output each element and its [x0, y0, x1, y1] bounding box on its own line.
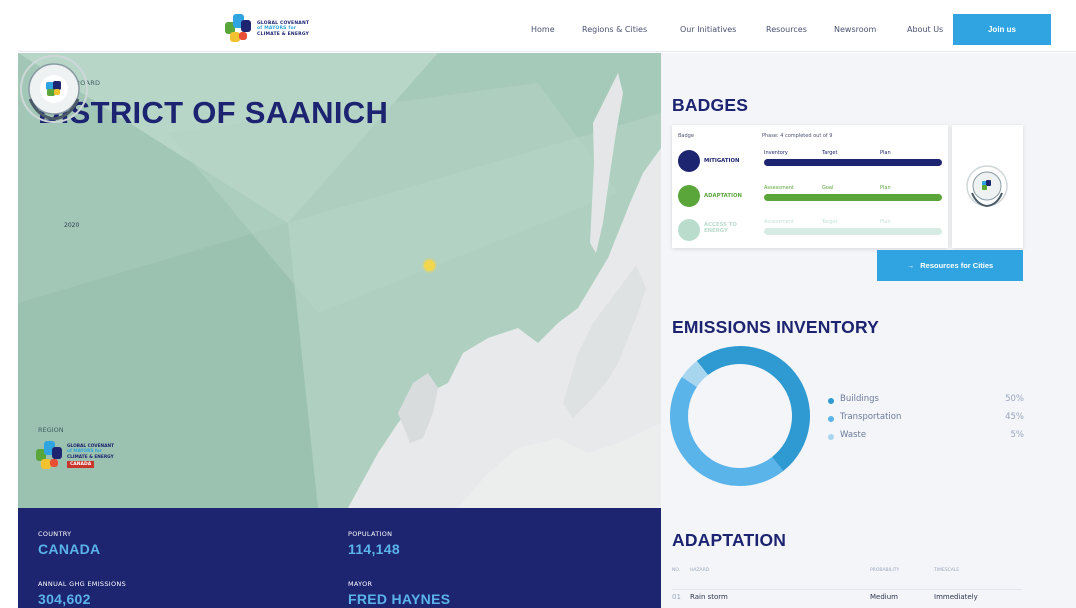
nav-regions-cities[interactable]: Regions & Cities	[582, 25, 680, 34]
population-value: 114,148	[348, 541, 400, 557]
column-header: HAZARD	[690, 568, 710, 573]
legend-dot	[828, 398, 834, 404]
region-wordmark: GLOBAL COVENANT of MAYORS for CLIMATE & …	[67, 443, 114, 469]
badge-row-adaptation[interactable]: ADAPTATION Assessment Goal Plan	[678, 185, 942, 209]
badge-step: Assessment	[764, 219, 794, 225]
city-info-bar: COUNTRY CANADA POPULATION 114,148 ANNUAL…	[18, 508, 661, 608]
badges-title: BADGES	[672, 95, 749, 115]
emissions-donut-chart[interactable]	[670, 343, 810, 493]
legend-label: Buildings	[840, 394, 879, 404]
table-row[interactable]: 01 Rain storm Medium Immediately	[672, 589, 1022, 603]
right-column: BADGES Badge Phase: 4 completed out of 9…	[661, 53, 1076, 608]
badge-step: Plan	[880, 150, 891, 156]
badge-progress-bar	[764, 228, 942, 235]
row-number: 01	[672, 593, 681, 601]
badge-name: ACCESS TO ENERGY	[704, 222, 737, 234]
legend-value: 45%	[1005, 412, 1024, 422]
badge-step: Assessment	[764, 185, 794, 191]
badge-name: MITIGATION	[704, 158, 740, 164]
energy-icon	[678, 219, 700, 241]
row-timescale: Immediately	[934, 593, 978, 601]
emissions-title: EMISSIONS INVENTORY	[672, 317, 880, 337]
column-header: NO.	[672, 568, 681, 573]
covenant-logo-icon	[225, 14, 251, 44]
main-nav: Home Regions & Cities Our Initiatives Re…	[531, 25, 943, 34]
site-logo[interactable]: GLOBAL COVENANT of MAYORS for CLIMATE & …	[225, 14, 317, 44]
region-label: REGION	[38, 426, 64, 434]
region-covenant-logo-icon	[36, 441, 62, 471]
nav-our-initiatives[interactable]: Our Initiatives	[680, 25, 766, 34]
badge-seal-card	[952, 125, 1023, 248]
badge-step: Target	[822, 219, 838, 225]
emissions-legend: Buildings 50% Transportation 45% Waste 5…	[828, 394, 1024, 448]
badge-step: Goal	[822, 185, 834, 191]
page-title: DISTRICT OF SAANICH	[38, 95, 389, 130]
population-label: POPULATION	[348, 530, 393, 538]
badge-row-mitigation[interactable]: MITIGATION Inventory Target Plan	[678, 150, 942, 174]
country-value: CANADA	[38, 541, 101, 557]
legend-label: Waste	[840, 430, 867, 440]
legend-item: Waste 5%	[828, 430, 1024, 448]
legend-dot	[828, 416, 834, 422]
badge-step: Plan	[880, 185, 891, 191]
legend-dot	[828, 434, 834, 440]
resources-for-cities-button[interactable]: → Resources for Cities	[877, 250, 1023, 281]
city-location-marker[interactable]	[424, 260, 435, 271]
logo-wordmark: GLOBAL COVENANT of MAYORS for CLIMATE & …	[257, 20, 310, 37]
adaptation-table-header: NO. HAZARD PROBABILITY TIMESCALE	[672, 568, 1022, 576]
badge-name: ADAPTATION	[704, 193, 742, 199]
mayor-label: MAYOR	[348, 580, 373, 588]
adaptation-title: ADAPTATION	[672, 530, 787, 550]
legend-value: 5%	[1010, 430, 1025, 440]
arrow-right-icon: →	[906, 261, 915, 270]
legend-item: Buildings 50%	[828, 394, 1024, 412]
join-us-button[interactable]: Join us	[953, 14, 1051, 45]
legend-item: Transportation 45%	[828, 412, 1024, 430]
resources-button-label: Resources for Cities	[920, 261, 994, 270]
region-logo[interactable]: GLOBAL COVENANT of MAYORS for CLIMATE & …	[36, 441, 137, 471]
nav-about-us[interactable]: About Us	[907, 25, 943, 34]
badges-card: Badge Phase: 4 completed out of 9 MITIGA…	[672, 125, 948, 248]
row-probability: Medium	[870, 593, 898, 601]
country-label: COUNTRY	[38, 530, 72, 538]
badges-col-phase: Phase: 4 completed out of 9	[762, 133, 833, 139]
badge-row-access-to-energy[interactable]: ACCESS TO ENERGY Assessment Target Plan	[678, 219, 942, 243]
nav-home[interactable]: Home	[531, 25, 582, 34]
badge-progress-bar	[764, 194, 942, 201]
donut-slice-transportation[interactable]	[670, 376, 784, 486]
column-header: TIMESCALE	[934, 568, 960, 573]
mayor-value: FRED HAYNES	[348, 591, 451, 607]
emissions-value: 304,602	[38, 591, 91, 607]
badge-step: Target	[822, 150, 838, 156]
legend-value: 50%	[1005, 394, 1024, 404]
emissions-label: ANNUAL GHG EMISSIONS	[38, 580, 126, 588]
nav-resources[interactable]: Resources	[766, 25, 834, 34]
column-header: PROBABILITY	[870, 568, 900, 573]
legend-label: Transportation	[840, 412, 902, 422]
donut-slice-buildings[interactable]	[696, 346, 810, 472]
region-country-tag: CANADA	[67, 460, 95, 469]
nav-newsroom[interactable]: Newsroom	[834, 25, 907, 34]
adaptation-icon	[678, 185, 700, 207]
badge-year: 2020	[64, 222, 80, 229]
mitigation-icon	[678, 150, 700, 172]
badge-step: Plan	[880, 219, 891, 225]
top-navigation-bar: GLOBAL COVENANT of MAYORS for CLIMATE & …	[18, 8, 1076, 52]
badge-progress-bar	[764, 159, 942, 166]
small-seal-icon	[966, 165, 1008, 208]
badge-step: Inventory	[764, 150, 788, 156]
row-hazard: Rain storm	[690, 593, 728, 601]
badges-col-badge: Badge	[678, 133, 694, 139]
city-map-panel[interactable]: CITY DASHBOARD DISTRICT OF SAANICH 2020 …	[18, 53, 661, 508]
badge-seal-icon	[20, 55, 88, 123]
